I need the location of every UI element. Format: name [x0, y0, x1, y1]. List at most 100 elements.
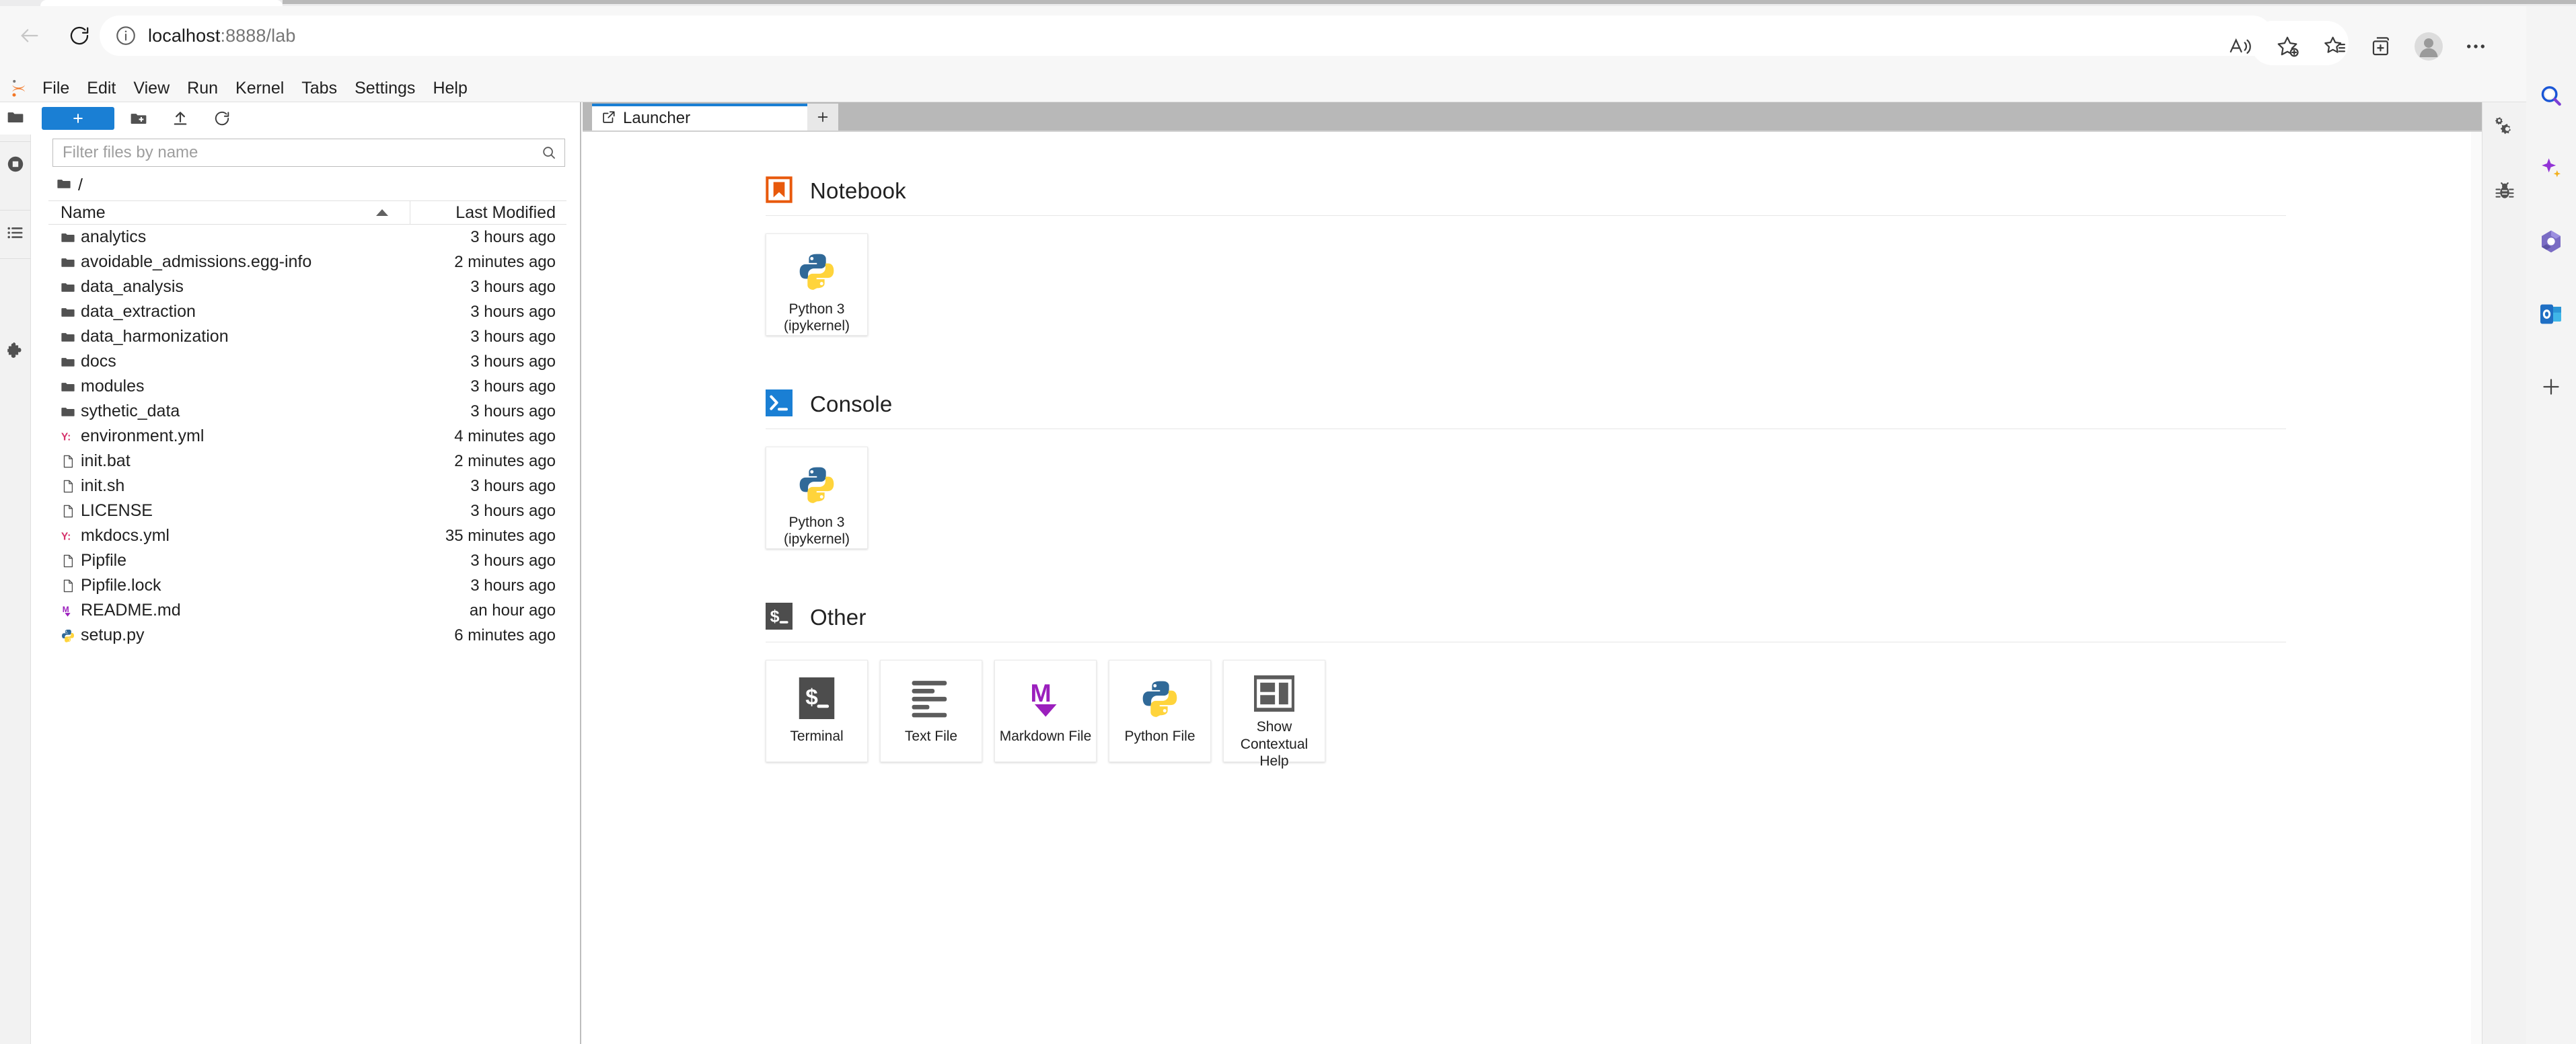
outlook-icon[interactable] — [2534, 297, 2569, 332]
launcher-card[interactable]: $ Terminal — [766, 660, 868, 762]
browser-tab-active[interactable] — [40, 0, 283, 6]
folder-icon — [61, 255, 81, 270]
file-last-modified: 3 hours ago — [470, 501, 556, 520]
file-last-modified: 3 hours ago — [470, 377, 556, 396]
address-bar[interactable]: localhost:8888/lab — [100, 15, 2273, 56]
sidebar-item-property-inspector[interactable] — [2482, 102, 2527, 153]
launcher-icon — [601, 110, 616, 128]
edge-sidebar — [2526, 6, 2576, 1044]
svg-text:Y:: Y: — [61, 431, 71, 443]
launcher-card[interactable]: Show Contextual Help — [1223, 660, 1325, 769]
file-last-modified: 3 hours ago — [470, 227, 556, 246]
add-sidebar-icon[interactable] — [2534, 369, 2569, 404]
generic-file-icon — [61, 579, 81, 593]
launcher-card-label-line1: Show Contextual — [1240, 719, 1309, 752]
new-launcher-button[interactable] — [42, 107, 114, 130]
python-file-icon — [61, 628, 81, 643]
search-icon[interactable] — [541, 145, 557, 161]
file-list-item[interactable]: M README.md an hour ago — [48, 598, 566, 623]
jupyter-main-area: Launcher Notebook Python 3 (ipykernel) Cons… — [583, 102, 2482, 1044]
file-list-item[interactable]: LICENSE 3 hours ago — [48, 498, 566, 523]
profile-avatar[interactable] — [2406, 24, 2451, 69]
file-browser-panel: / Name Last Modified analytics 3 hours ag… — [31, 102, 581, 1044]
file-list-item[interactable]: analytics 3 hours ago — [48, 225, 566, 250]
file-name: setup.py — [81, 626, 145, 644]
collections-icon[interactable] — [2359, 24, 2404, 69]
svg-text:M: M — [1031, 679, 1052, 707]
file-list-item[interactable]: setup.py 6 minutes ago — [48, 623, 566, 648]
file-list-item[interactable]: docs 3 hours ago — [48, 349, 566, 374]
file-list-item[interactable]: Pipfile 3 hours ago — [48, 548, 566, 573]
filter-files-input[interactable] — [52, 139, 565, 167]
file-list-item[interactable]: data_harmonization 3 hours ago — [48, 324, 566, 349]
file-list-item[interactable]: init.bat 2 minutes ago — [48, 449, 566, 474]
file-name: init.sh — [81, 476, 125, 495]
file-list-item[interactable]: Pipfile.lock 3 hours ago — [48, 573, 566, 598]
menu-settings[interactable]: Settings — [346, 74, 424, 102]
main-area-scrollbar[interactable] — [2471, 132, 2482, 1044]
menu-run[interactable]: Run — [178, 74, 227, 102]
site-info-icon[interactable] — [114, 24, 137, 47]
yaml-file-icon: Y: — [61, 429, 81, 444]
file-list-item[interactable]: modules 3 hours ago — [48, 374, 566, 399]
file-list-item[interactable]: data_analysis 3 hours ago — [48, 274, 566, 299]
column-header-name[interactable]: Name — [48, 201, 410, 224]
file-name: data_analysis — [81, 277, 184, 296]
jupyter-logo-icon — [5, 76, 34, 100]
new-folder-button[interactable] — [121, 106, 156, 130]
file-list-header: Name Last Modified — [48, 200, 566, 225]
sidebar-item-running[interactable] — [0, 141, 31, 190]
file-last-modified: 2 minutes ago — [454, 252, 556, 271]
gear-icon — [2493, 115, 2516, 141]
url-text: localhost:8888/lab — [148, 25, 296, 46]
breadcrumb-root[interactable]: / — [78, 176, 83, 195]
add-favorite-icon[interactable] — [2265, 24, 2310, 69]
menu-file[interactable]: File — [34, 74, 78, 102]
add-tab-button[interactable] — [807, 104, 838, 130]
file-list-item[interactable]: Y: mkdocs.yml 35 minutes ago — [48, 523, 566, 548]
column-header-last-modified[interactable]: Last Modified — [410, 201, 566, 224]
back-button[interactable] — [5, 11, 54, 60]
main-tab-bar: Launcher — [583, 102, 2482, 130]
launcher-card-label-line1: Markdown File — [999, 729, 1092, 744]
sidebar-item-file-browser[interactable] — [0, 102, 31, 135]
search-icon[interactable] — [2534, 79, 2569, 114]
launcher-card[interactable]: M Markdown File — [994, 660, 1097, 762]
launcher-card-row: Python 3 (ipykernel) — [766, 233, 2474, 336]
file-filter-wrapper — [52, 139, 565, 167]
contextual-help-icon — [1251, 675, 1297, 712]
favorites-icon[interactable] — [2312, 24, 2357, 69]
copilot-icon[interactable] — [2534, 151, 2569, 186]
settings-and-more-icon[interactable] — [2454, 24, 2498, 69]
breadcrumb[interactable]: / — [57, 174, 83, 196]
menu-tabs[interactable]: Tabs — [293, 74, 346, 102]
file-last-modified: 3 hours ago — [470, 327, 556, 346]
refresh-file-list-button[interactable] — [205, 106, 240, 130]
microsoft365-icon[interactable] — [2534, 224, 2569, 259]
file-name: environment.yml — [81, 426, 205, 445]
file-list-item[interactable]: avoidable_admissions.egg-info 2 minutes a… — [48, 250, 566, 274]
menu-help[interactable]: Help — [424, 74, 476, 102]
file-list-item[interactable]: data_extraction 3 hours ago — [48, 299, 566, 324]
jupyter-menubar: File Edit View Run Kernel Tabs Settings … — [0, 74, 2526, 102]
reload-button[interactable] — [55, 11, 104, 60]
launcher-card[interactable]: Python 3 (ipykernel) — [766, 447, 868, 549]
sidebar-item-commands[interactable] — [0, 210, 31, 258]
menu-view[interactable]: View — [124, 74, 178, 102]
sidebar-item-extensions[interactable] — [0, 328, 31, 376]
file-list-item[interactable]: Y: environment.yml 4 minutes ago — [48, 424, 566, 449]
launcher-card[interactable]: Text File — [880, 660, 982, 762]
file-list-item[interactable]: init.sh 3 hours ago — [48, 474, 566, 498]
file-list-item[interactable]: sythetic_data 3 hours ago — [48, 399, 566, 424]
launcher-card[interactable]: Python File — [1109, 660, 1211, 762]
sidebar-item-debugger[interactable] — [2482, 167, 2527, 218]
file-name: Pipfile.lock — [81, 576, 161, 595]
menu-kernel[interactable]: Kernel — [227, 74, 293, 102]
launcher-card-label: Text File — [901, 728, 961, 745]
menu-edit[interactable]: Edit — [78, 74, 124, 102]
launcher-card[interactable]: Python 3 (ipykernel) — [766, 233, 868, 336]
tab-launcher[interactable]: Launcher — [592, 104, 807, 130]
launcher-section: $ Other $ Terminal Text File M Markdown File Py… — [766, 596, 2474, 769]
read-aloud-icon[interactable] — [2218, 24, 2262, 69]
upload-files-button[interactable] — [163, 106, 198, 130]
